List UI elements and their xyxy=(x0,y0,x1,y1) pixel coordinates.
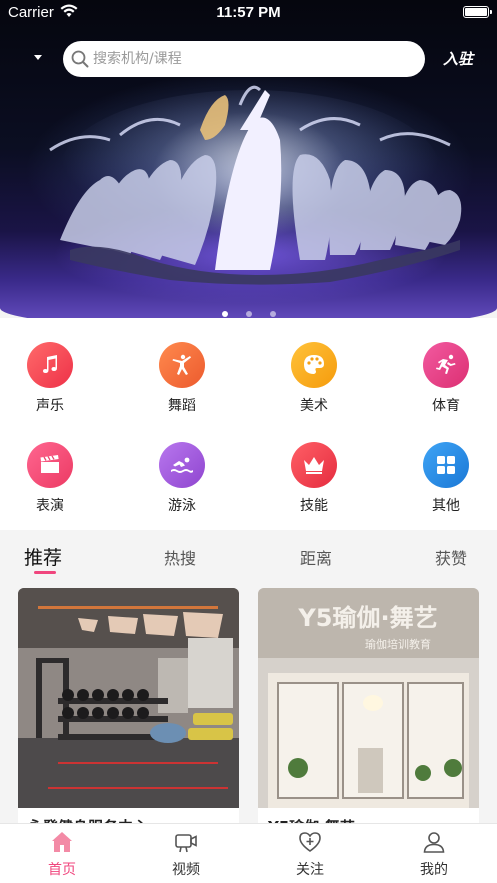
tab-follow[interactable]: 关注 xyxy=(248,824,372,883)
search-icon xyxy=(71,50,89,68)
category-label: 技能 xyxy=(300,498,328,514)
banner-carousel[interactable]: Carrier 11:57 PM 入驻 xyxy=(0,0,497,330)
category-performance[interactable]: 表演 xyxy=(5,442,95,520)
tab-label: 视频 xyxy=(172,862,200,878)
user-icon xyxy=(423,832,445,853)
category-sports[interactable]: 体育 xyxy=(401,342,491,420)
banner-dot[interactable] xyxy=(221,311,228,317)
category-dance[interactable]: 舞蹈 xyxy=(137,342,227,420)
tab-label: 首页 xyxy=(48,862,76,878)
tab-distance[interactable]: 距离 xyxy=(300,545,332,569)
category-label: 体育 xyxy=(432,398,460,414)
sort-tabs: 推荐 热搜 距离 获赞 xyxy=(0,530,497,586)
category-other[interactable]: 其他 xyxy=(401,442,491,520)
banner-dot[interactable] xyxy=(269,311,276,317)
bottom-tab-bar: 首页 视频 关注 我的 xyxy=(0,823,497,883)
category-label: 其他 xyxy=(432,498,460,514)
chevron-down-icon[interactable] xyxy=(33,52,45,64)
palette-icon xyxy=(291,342,337,388)
tab-trending[interactable]: 热搜 xyxy=(164,545,196,569)
venue-card[interactable]: 永登健身服务中心 xyxy=(18,588,239,838)
tab-recommended[interactable]: 推荐 xyxy=(24,543,62,570)
yoga-studio-photo: Y5瑜伽·舞艺 瑜伽培训教育 xyxy=(258,588,479,808)
heart-plus-icon xyxy=(299,832,321,852)
clapperboard-icon xyxy=(27,442,73,488)
category-art[interactable]: 美术 xyxy=(269,342,359,420)
venue-card[interactable]: Y5瑜伽·舞艺 瑜伽培训教育 Y5瑜伽·舞艺 xyxy=(258,588,479,838)
clock: 11:57 PM xyxy=(216,4,281,21)
tab-label: 我的 xyxy=(420,862,448,878)
crown-icon xyxy=(291,442,337,488)
banner-dot[interactable] xyxy=(245,311,252,317)
tab-likes[interactable]: 获赞 xyxy=(435,545,467,569)
category-swimming[interactable]: 游泳 xyxy=(137,442,227,520)
tab-home[interactable]: 首页 xyxy=(0,824,124,883)
tab-label: 关注 xyxy=(296,862,324,878)
studio-sign-text: Y5瑜伽·舞艺 xyxy=(297,604,437,632)
tab-video[interactable]: 视频 xyxy=(124,824,248,883)
home-icon xyxy=(52,832,72,852)
category-label: 游泳 xyxy=(168,498,196,514)
video-icon xyxy=(175,834,197,853)
category-label: 声乐 xyxy=(36,398,64,414)
tab-profile[interactable]: 我的 xyxy=(372,824,496,883)
running-icon xyxy=(423,342,469,388)
music-note-icon xyxy=(27,342,73,388)
active-tab-indicator xyxy=(34,571,56,574)
swimmer-icon xyxy=(159,442,205,488)
battery-icon xyxy=(463,6,492,18)
category-vocal[interactable]: 声乐 xyxy=(5,342,95,420)
banner-dancers-illustration xyxy=(49,85,462,285)
search-input[interactable] xyxy=(93,41,413,77)
join-button[interactable]: 入驻 xyxy=(440,48,476,70)
search-bar[interactable] xyxy=(63,41,425,77)
gym-photo xyxy=(18,588,239,808)
category-skills[interactable]: 技能 xyxy=(269,442,359,520)
category-label: 舞蹈 xyxy=(168,398,196,414)
category-grid: 声乐 舞蹈 美术 体育 表演 游泳 技能 其他 xyxy=(0,318,497,530)
status-bar: Carrier 11:57 PM xyxy=(0,0,497,26)
grid-icon xyxy=(423,442,469,488)
studio-sign-subtext: 瑜伽培训教育 xyxy=(365,637,431,651)
category-label: 表演 xyxy=(36,498,64,514)
dancer-icon xyxy=(159,342,205,388)
category-label: 美术 xyxy=(300,398,328,414)
home-screen: Carrier 11:57 PM 入驻 xyxy=(0,0,497,883)
